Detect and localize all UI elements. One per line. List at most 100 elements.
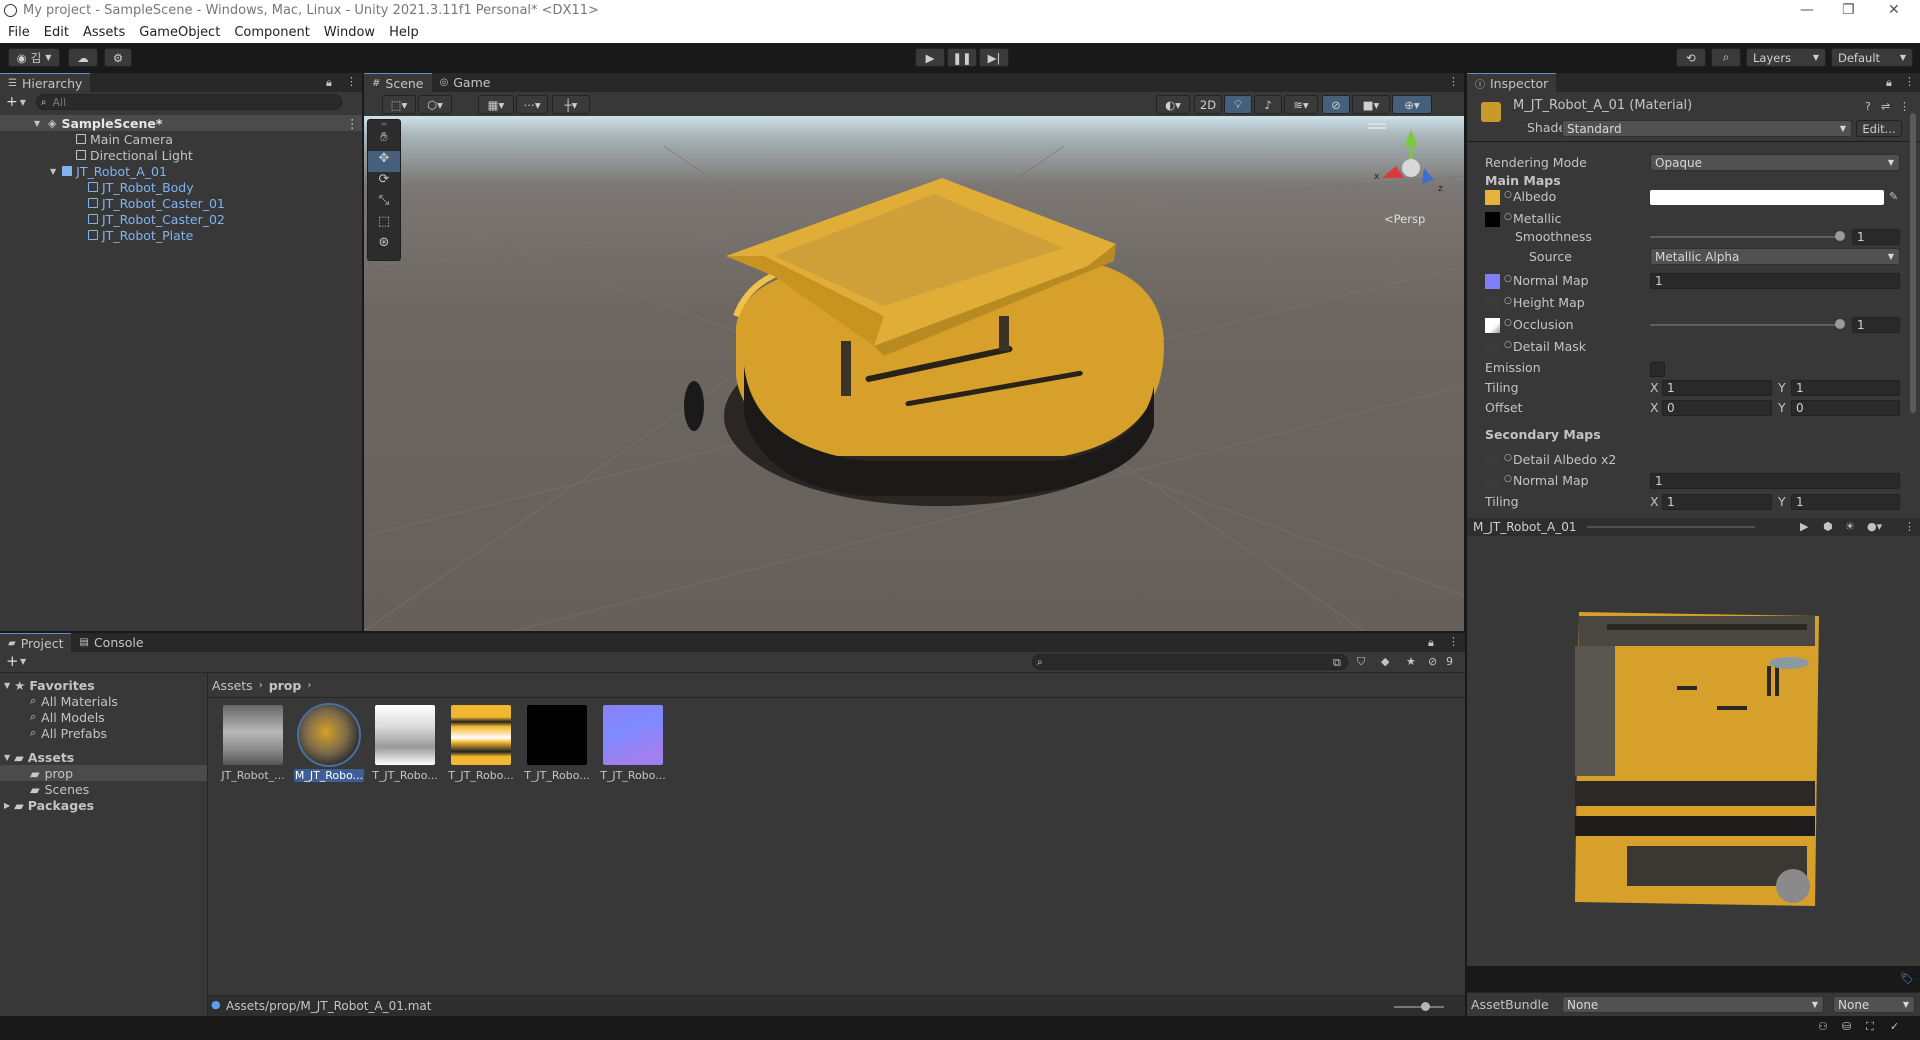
assets-row[interactable]: ▼ ▰ Assets — [0, 749, 207, 765]
inspector-scrollbar[interactable] — [1910, 113, 1916, 413]
rotate-tool-icon[interactable]: ⟳ — [368, 172, 400, 193]
progress-check-icon[interactable]: ✓ — [1890, 1020, 1899, 1033]
tag-icon[interactable]: 🏷︎ — [1900, 972, 1914, 985]
network-icon[interactable]: ⛶ — [1866, 1020, 1874, 1034]
assetbundle-dropdown[interactable]: None ▼ — [1562, 996, 1824, 1013]
albedo-color-field[interactable] — [1650, 190, 1884, 205]
occlusion-slider-handle[interactable] — [1835, 319, 1845, 329]
tiling-y-input[interactable]: 1 — [1791, 380, 1900, 396]
texture-picker-icon[interactable]: ○ — [1504, 474, 1512, 484]
expand-arrow-icon[interactable]: ▼ — [50, 167, 56, 176]
breadcrumb-prop[interactable]: prop — [269, 678, 302, 693]
preview-drag-handle[interactable] — [1587, 526, 1755, 528]
tiling-x-input[interactable]: 1 — [1662, 380, 1772, 396]
search-filter-icon[interactable]: ⧉ — [1333, 656, 1341, 670]
height-map-texture-slot[interactable] — [1485, 296, 1500, 311]
source-dropdown[interactable]: Metallic Alpha ▼ — [1650, 248, 1900, 265]
asset-item[interactable]: T_JT_Robo... — [446, 705, 516, 782]
hierarchy-item[interactable]: Directional Light — [0, 147, 362, 163]
detail-normal-scale-input[interactable]: 1 — [1650, 473, 1900, 489]
play-icon[interactable]: ▶ — [1800, 520, 1808, 533]
camera-settings-button[interactable]: ■▾ — [1352, 95, 1390, 114]
kebab-menu-icon[interactable]: ⋮ — [1448, 75, 1459, 88]
light-icon[interactable]: ☀ — [1845, 520, 1855, 533]
detail-albedo-texture-slot[interactable] — [1485, 454, 1500, 469]
create-asset-button[interactable]: + — [6, 652, 19, 670]
shading-button[interactable]: ⬡▾ — [418, 95, 452, 114]
cache-icon[interactable]: ⛁ — [1842, 1020, 1851, 1033]
hierarchy-item[interactable]: JT_Robot_Plate — [0, 227, 362, 243]
texture-picker-icon[interactable]: ○ — [1504, 296, 1512, 306]
shader-dropdown[interactable]: Standard ▼ — [1562, 120, 1852, 137]
menu-assets[interactable]: Assets — [83, 25, 125, 40]
tiling2-y-input[interactable]: 1 — [1791, 494, 1900, 510]
menu-file[interactable]: File — [8, 25, 30, 40]
asset-item[interactable]: T_JT_Robo... — [522, 705, 592, 782]
lock-icon[interactable]: 🔒︎ — [1428, 636, 1434, 650]
gizmos-button[interactable]: ⊕▾ — [1392, 95, 1432, 114]
lighting-toggle[interactable]: 💡︎ — [1224, 95, 1252, 114]
texture-picker-icon[interactable]: ○ — [1504, 212, 1512, 222]
play-button[interactable]: ▶ — [915, 48, 945, 67]
icon-size-slider[interactable] — [1394, 1006, 1444, 1008]
breadcrumb-assets[interactable]: Assets — [212, 678, 253, 693]
packages-row[interactable]: ▶ ▰ Packages — [0, 797, 207, 813]
ruler-button[interactable]: ┼▾ — [552, 95, 590, 114]
audio-toggle[interactable]: ♪ — [1254, 95, 1282, 114]
kebab-menu-icon[interactable]: ⋮ — [1899, 100, 1910, 113]
preset-icon[interactable]: ⇌ — [1881, 100, 1890, 113]
pause-button[interactable]: ❚❚ — [947, 48, 977, 67]
cloud-button[interactable]: ☁ — [68, 48, 98, 67]
hidden-objects-toggle[interactable]: ⊘ — [1322, 95, 1350, 114]
hierarchy-search-input[interactable]: ⌕ All — [35, 94, 342, 110]
minimize-button[interactable]: — — [1800, 2, 1814, 18]
texture-picker-icon[interactable]: ○ — [1504, 274, 1512, 284]
offset-y-input[interactable]: 0 — [1791, 400, 1900, 416]
sphere-icon[interactable]: ●▾ — [1867, 520, 1882, 533]
project-search-input[interactable]: ⌕ — [1032, 654, 1348, 670]
menu-help[interactable]: Help — [389, 25, 419, 40]
kebab-menu-icon[interactable]: ⋮ — [346, 116, 359, 131]
texture-picker-icon[interactable]: ○ — [1504, 453, 1512, 463]
render-mode-button[interactable]: ◐▾ — [1156, 95, 1190, 114]
favorite-star-icon[interactable]: ★ — [1406, 655, 1416, 668]
favorite-item[interactable]: ⌕ All Prefabs — [0, 725, 207, 741]
detail-mask-texture-slot[interactable] — [1485, 340, 1500, 355]
layout-dropdown[interactable]: Default ▼ — [1831, 48, 1913, 67]
type-filter-icon[interactable]: ⛉ — [1357, 655, 1365, 669]
rect-tool-icon[interactable]: ⬚ — [368, 214, 400, 235]
restore-button[interactable]: ❐ — [1842, 2, 1855, 18]
occlusion-input[interactable]: 1 — [1852, 317, 1900, 333]
layers-dropdown[interactable]: Layers ▼ — [1746, 48, 1826, 67]
folder-scenes[interactable]: ▰ Scenes — [0, 781, 207, 797]
texture-picker-icon[interactable]: ○ — [1504, 190, 1512, 200]
kebab-menu-icon[interactable]: ⋮ — [1904, 520, 1915, 533]
occlusion-texture-slot[interactable] — [1485, 318, 1500, 333]
offset-x-input[interactable]: 0 — [1662, 400, 1772, 416]
menu-gameobject[interactable]: GameObject — [139, 25, 220, 40]
lock-icon[interactable]: 🔒︎ — [326, 76, 332, 90]
effects-button[interactable]: ≋▾ — [1284, 95, 1318, 114]
lock-icon[interactable]: 🔒︎ — [1886, 76, 1892, 90]
hierarchy-item[interactable]: JT_Robot_Caster_02 — [0, 211, 362, 227]
grid-snap-button[interactable]: ▦▾ — [478, 95, 514, 114]
rendering-mode-dropdown[interactable]: Opaque ▼ — [1650, 154, 1900, 171]
hidden-packages-icon[interactable]: ⊘ — [1428, 655, 1437, 668]
occlusion-slider[interactable] — [1650, 324, 1840, 326]
collab-button[interactable]: ⚙ — [104, 48, 132, 67]
tab-inspector[interactable]: ⓘ Inspector — [1467, 73, 1557, 92]
cube-icon[interactable]: ⬢ — [1823, 520, 1833, 533]
favorites-row[interactable]: ▼ ★ Favorites — [0, 677, 207, 693]
detail-normal-texture-slot[interactable] — [1485, 475, 1500, 490]
step-button[interactable]: ▶| — [979, 48, 1009, 67]
kebab-menu-icon[interactable]: ⋮ — [1448, 635, 1459, 648]
close-button[interactable]: ✕ — [1888, 2, 1900, 18]
add-object-button[interactable]: + — [6, 94, 18, 110]
tab-scene[interactable]: # Scene — [364, 73, 432, 92]
material-preview[interactable]: 🏷︎ — [1467, 536, 1920, 985]
hierarchy-item[interactable]: ▼ JT_Robot_A_01 — [0, 163, 362, 179]
hierarchy-item[interactable]: JT_Robot_Body — [0, 179, 362, 195]
move-tool-icon[interactable]: ✥ — [368, 151, 400, 172]
transform-tool-icon[interactable]: ⊛ — [368, 235, 400, 256]
kebab-menu-icon[interactable]: ⋮ — [346, 75, 357, 88]
